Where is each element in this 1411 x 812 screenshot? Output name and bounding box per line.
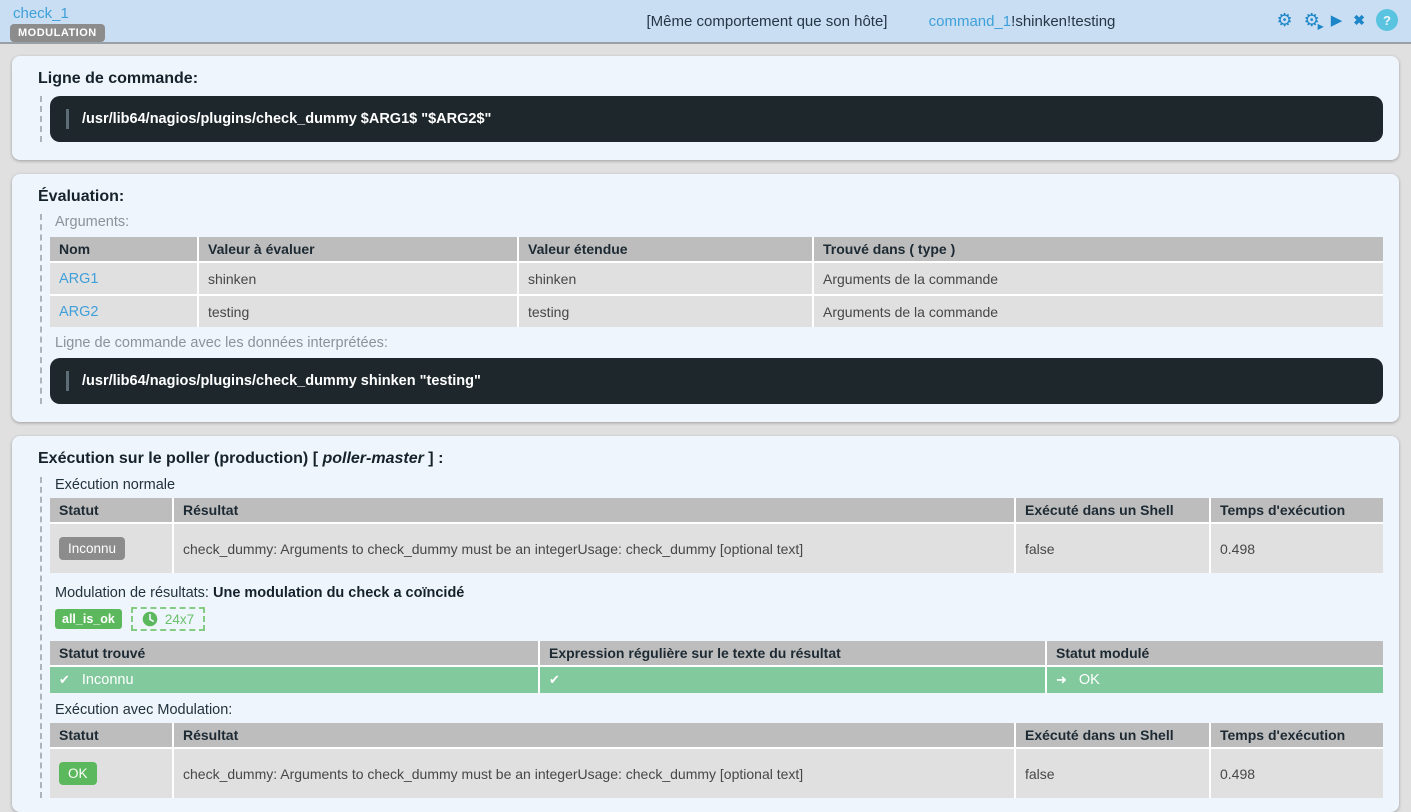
host-behavior-note: [Même comportement que son hôte] bbox=[647, 13, 888, 30]
mini-arrow-icon: ▶ bbox=[1318, 23, 1324, 31]
command-line-block: /usr/lib64/nagios/plugins/check_dummy $A… bbox=[40, 96, 1383, 142]
command-line-title: Ligne de commande: bbox=[38, 70, 1383, 88]
arg1-extended: shinken bbox=[518, 262, 813, 295]
interpreted-label: Ligne de commande avec les données inter… bbox=[55, 335, 1383, 351]
col-resultat: Résultat bbox=[173, 498, 1015, 523]
status-badge: OK bbox=[59, 762, 97, 785]
col-temps: Temps d'exécution bbox=[1210, 723, 1383, 748]
timeperiod-pill[interactable]: 24x7 bbox=[131, 607, 205, 631]
status-badge: Inconnu bbox=[59, 537, 125, 560]
col-statut: Statut bbox=[50, 498, 173, 523]
timeperiod-label: 24x7 bbox=[165, 612, 194, 627]
table-row: Inconnu check_dummy: Arguments to check_… bbox=[50, 523, 1383, 573]
command-args: !shinken!testing bbox=[1011, 13, 1115, 30]
interpreted-command-text: /usr/lib64/nagios/plugins/check_dummy sh… bbox=[82, 373, 481, 389]
table-row: ✔ Inconnu ✔ ➜ OK bbox=[50, 666, 1383, 693]
evaluation-card: Évaluation: Arguments: Nom Valeur à éval… bbox=[12, 174, 1399, 422]
execution-block: Exécution normale Statut Résultat Exécut… bbox=[40, 477, 1383, 798]
arg1-link[interactable]: ARG1 bbox=[59, 271, 99, 287]
status-found: Inconnu bbox=[82, 672, 134, 688]
col-shell: Exécuté dans un Shell bbox=[1015, 498, 1210, 523]
poller-name: poller-master bbox=[322, 450, 423, 467]
modulation-label: Modulation de résultats: Une modulation … bbox=[55, 585, 1383, 601]
with-modulation-label: Exécution avec Modulation: bbox=[55, 702, 1383, 718]
code-accent-bar bbox=[66, 109, 69, 129]
check-link[interactable]: check_1 bbox=[13, 5, 69, 22]
arg1-found-in: Arguments de la commande bbox=[813, 262, 1383, 295]
col-valeur-evaluer: Valeur à évaluer bbox=[198, 237, 518, 262]
check-icon: ✔ bbox=[549, 672, 560, 688]
topbar: check_1 MODULATION [Même comportement qu… bbox=[0, 0, 1411, 44]
clock-icon bbox=[142, 611, 158, 627]
arguments-label: Arguments: bbox=[55, 214, 1383, 230]
page-content: Ligne de commande: /usr/lib64/nagios/plu… bbox=[0, 44, 1411, 812]
arg2-found-in: Arguments de la commande bbox=[813, 295, 1383, 327]
evaluation-block: Arguments: Nom Valeur à évaluer Valeur é… bbox=[40, 214, 1383, 404]
col-statut: Statut bbox=[50, 723, 173, 748]
interpreted-code: /usr/lib64/nagios/plugins/check_dummy sh… bbox=[50, 358, 1383, 404]
modulation-name-badge: all_is_ok bbox=[55, 609, 122, 629]
gear-icon[interactable]: ⚙ bbox=[1276, 11, 1292, 29]
normal-execution-label: Exécution normale bbox=[55, 477, 1383, 493]
normal-time: 0.498 bbox=[1210, 523, 1383, 573]
check-icon: ✔ bbox=[59, 672, 70, 688]
col-resultat: Résultat bbox=[173, 723, 1015, 748]
command-line-code: /usr/lib64/nagios/plugins/check_dummy $A… bbox=[50, 96, 1383, 142]
normal-result: check_dummy: Arguments to check_dummy mu… bbox=[173, 523, 1015, 573]
topbar-actions: ⚙ ⚙▶ ▶ ✖ ? bbox=[1276, 9, 1398, 31]
status-modulated: OK bbox=[1079, 672, 1100, 688]
normal-shell: false bbox=[1015, 523, 1210, 573]
modulation-table: Statut trouvé Expression régulière sur l… bbox=[50, 641, 1383, 693]
execution-card: Exécution sur le poller (production) [ p… bbox=[12, 436, 1399, 812]
arg2-link[interactable]: ARG2 bbox=[59, 304, 99, 320]
command-line-text: /usr/lib64/nagios/plugins/check_dummy $A… bbox=[82, 111, 491, 127]
command-line-card: Ligne de commande: /usr/lib64/nagios/plu… bbox=[12, 56, 1399, 160]
col-temps: Temps d'exécution bbox=[1210, 498, 1383, 523]
arg1-value: shinken bbox=[198, 262, 518, 295]
arg2-value: testing bbox=[198, 295, 518, 327]
modulated-time: 0.498 bbox=[1210, 748, 1383, 798]
col-shell: Exécuté dans un Shell bbox=[1015, 723, 1210, 748]
table-row: OK check_dummy: Arguments to check_dummy… bbox=[50, 748, 1383, 798]
table-row: ARG2 testing testing Arguments de la com… bbox=[50, 295, 1383, 327]
modulated-result: check_dummy: Arguments to check_dummy mu… bbox=[173, 748, 1015, 798]
arrow-right-icon: ➜ bbox=[1056, 672, 1067, 688]
code-accent-bar bbox=[66, 371, 69, 391]
execution-title: Exécution sur le poller (production) [ p… bbox=[38, 450, 1383, 468]
arguments-table: Nom Valeur à évaluer Valeur étendue Trou… bbox=[50, 237, 1383, 327]
col-statut-module: Statut modulé bbox=[1046, 641, 1383, 666]
modulated-shell: false bbox=[1015, 748, 1210, 798]
with-modulation-table: Statut Résultat Exécuté dans un Shell Te… bbox=[50, 723, 1383, 798]
evaluation-title: Évaluation: bbox=[38, 188, 1383, 206]
modulation-badge: MODULATION bbox=[10, 24, 105, 42]
col-trouve-dans: Trouvé dans ( type ) bbox=[813, 237, 1383, 262]
col-valeur-etendue: Valeur étendue bbox=[518, 237, 813, 262]
play-icon[interactable]: ▶ bbox=[1331, 13, 1343, 28]
command-reference: command_1!shinken!testing bbox=[929, 13, 1116, 30]
col-statut-trouve: Statut trouvé bbox=[50, 641, 539, 666]
table-row: ARG1 shinken shinken Arguments de la com… bbox=[50, 262, 1383, 295]
col-nom: Nom bbox=[50, 237, 198, 262]
close-icon[interactable]: ✖ bbox=[1353, 13, 1365, 27]
sync-gear-icon[interactable]: ⚙▶ bbox=[1304, 11, 1320, 29]
modulation-badges: all_is_ok 24x7 bbox=[55, 607, 1383, 631]
normal-execution-table: Statut Résultat Exécuté dans un Shell Te… bbox=[50, 498, 1383, 573]
col-regex: Expression régulière sur le texte du rés… bbox=[539, 641, 1046, 666]
arg2-extended: testing bbox=[518, 295, 813, 327]
help-icon[interactable]: ? bbox=[1376, 9, 1398, 31]
command-link[interactable]: command_1 bbox=[929, 13, 1012, 30]
arguments-header-row: Nom Valeur à évaluer Valeur étendue Trou… bbox=[50, 237, 1383, 262]
